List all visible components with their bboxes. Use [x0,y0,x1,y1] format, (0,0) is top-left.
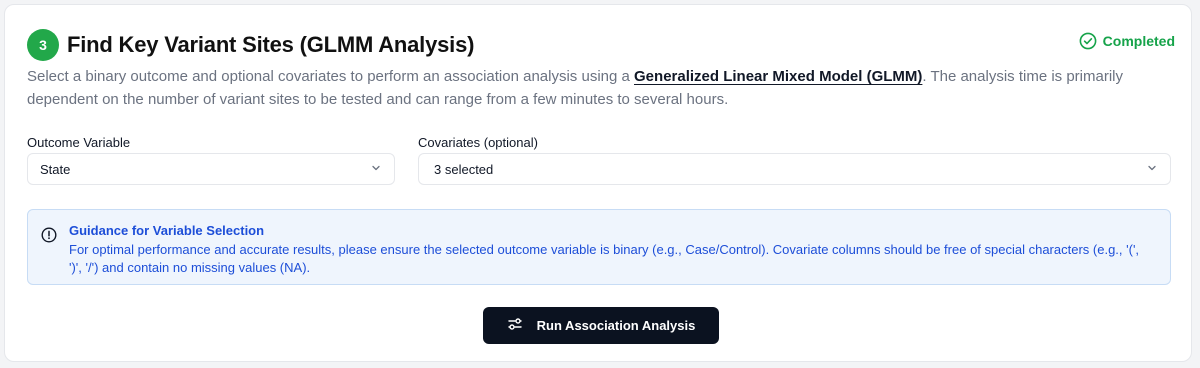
outcome-variable-select[interactable]: State [27,153,395,185]
step-number-badge: 3 [27,29,59,61]
step-title: Find Key Variant Sites (GLMM Analysis) [67,32,475,57]
guidance-title: Guidance for Variable Selection [69,223,265,238]
covariates-select[interactable]: 3 selected [418,153,1171,185]
sliders-icon [507,316,523,335]
analysis-step-card: 3 Find Key Variant Sites (GLMM Analysis)… [4,4,1192,362]
chevron-down-icon [1146,162,1158,177]
run-button-label: Run Association Analysis [536,318,696,333]
status-indicator: Completed [1079,31,1175,51]
run-association-analysis-button[interactable]: Run Association Analysis [483,307,719,344]
check-circle-icon [1079,32,1097,50]
glmm-link[interactable]: Generalized Linear Mixed Model (GLMM) [634,68,922,85]
chevron-down-icon [370,162,382,177]
guidance-text: For optimal performance and accurate res… [69,242,1140,275]
step-description: Select a binary outcome and optional cov… [27,65,1177,111]
alert-circle-icon [41,227,57,248]
covariates-value: 3 selected [434,161,494,177]
outcome-variable-label: Outcome Variable [27,135,131,150]
status-label: Completed [1102,33,1175,49]
outcome-variable-value: State [40,161,71,177]
covariates-label: Covariates (optional) [418,135,538,150]
description-text-start: Select a binary outcome and optional cov… [27,68,635,85]
guidance-alert: Guidance for Variable Selection For opti… [27,209,1171,285]
